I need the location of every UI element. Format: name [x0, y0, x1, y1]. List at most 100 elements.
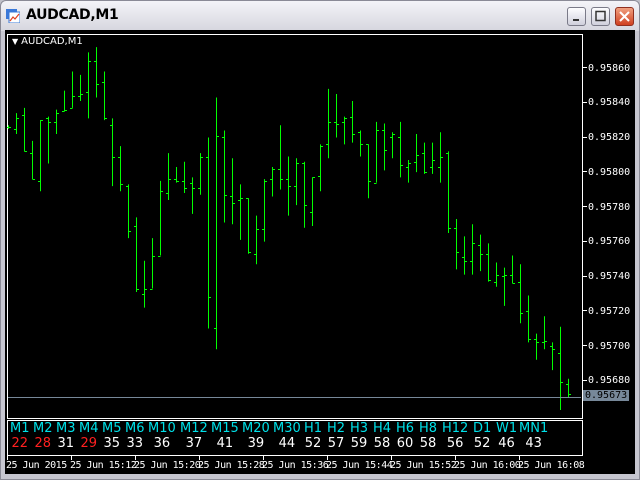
timeframe-label: H8: [419, 421, 438, 436]
ohlc-bar: [7, 125, 11, 129]
close-button[interactable]: [615, 7, 634, 26]
timeframe-value: 52: [304, 436, 322, 451]
ohlc-bar: [486, 243, 491, 282]
ohlc-bar: [78, 74, 83, 101]
ohlc-bar: [22, 107, 27, 152]
ohlc-bar: [302, 161, 307, 228]
ohlc-bar: [566, 378, 571, 398]
current-price-line: [8, 397, 581, 398]
timeframe-column-h8: H8 58: [419, 421, 437, 451]
timeframe-label: M5: [102, 421, 122, 436]
timeframe-label: MN1: [519, 421, 549, 436]
timeframe-column-m6: M6 33: [125, 421, 145, 451]
timeframe-column-m2: M2 28: [33, 421, 53, 451]
timeframe-column-h6: H6 60: [396, 421, 414, 451]
ohlc-bar: [334, 94, 339, 138]
timeframe-label: M30: [273, 421, 301, 436]
ohlc-bar: [318, 144, 323, 192]
timeframe-column-h2: H2 57: [327, 421, 345, 451]
price-tick-label: 0.95740: [583, 271, 630, 282]
timeframe-label: H3: [350, 421, 369, 436]
ohlc-bar: [174, 166, 179, 183]
timeframe-label: H12: [442, 421, 469, 436]
time-tick-label: 25 Jun 16:00: [454, 460, 521, 471]
current-price-label: 0.95673: [583, 390, 630, 401]
ohlc-bar: [94, 47, 99, 98]
maximize-icon: [595, 10, 606, 22]
ohlc-bar: [182, 161, 187, 194]
ohlc-bar: [214, 97, 219, 350]
timeframe-value: 41: [216, 436, 234, 451]
ohlc-bar: [206, 137, 211, 329]
price-tick-label: 0.95840: [583, 97, 630, 108]
price-bars: [7, 47, 571, 411]
timeframe-value: 22: [11, 436, 29, 451]
time-tick-label: 25 Jun 15:28: [198, 460, 265, 471]
time-tick-label: 25 Jun 15:36: [262, 460, 329, 471]
ohlc-bar: [406, 160, 411, 183]
ohlc-bar: [70, 71, 75, 109]
ohlc-bar: [14, 113, 19, 134]
timeframe-label: M12: [180, 421, 208, 436]
chart-window-icon: [6, 9, 20, 23]
ohlc-bar: [462, 236, 467, 275]
ohlc-bar: [310, 177, 315, 226]
ohlc-bar: [510, 255, 515, 284]
ohlc-bar: [430, 142, 435, 174]
timeframe-column-m20: M20 39: [242, 421, 270, 451]
ohlc-bar: [358, 130, 363, 157]
timeframe-column-d1: D1 52: [473, 421, 491, 451]
minimize-button[interactable]: [567, 7, 586, 26]
time-tick-label: 25 Jun 15:12: [70, 460, 137, 471]
timeframe-value: 28: [34, 436, 52, 451]
timeframe-label: M10: [148, 421, 176, 436]
timeframe-column-h1: H1 52: [304, 421, 322, 451]
time-tick-label: 25 Jun 16:08: [518, 460, 585, 471]
ohlc-bar: [158, 180, 163, 257]
ohlc-bar: [446, 151, 451, 233]
ohlc-bar: [134, 217, 139, 292]
timeframe-label: M2: [33, 421, 53, 436]
timeframe-value: 56: [446, 436, 464, 451]
ohlc-bar: [190, 177, 195, 214]
price-tick-label: 0.95860: [583, 63, 630, 74]
ohlc-bar: [294, 158, 299, 206]
ohlc-bar: [238, 184, 243, 240]
timeframe-column-m4: M4 29: [79, 421, 99, 451]
ohlc-bar: [414, 133, 419, 173]
timeframe-label: H6: [396, 421, 415, 436]
timeframe-label: H2: [327, 421, 346, 436]
price-tick-label: 0.95780: [583, 202, 630, 213]
time-tick-label: 25 Jun 15:52: [390, 460, 457, 471]
price-tick-label: 0.95820: [583, 132, 630, 143]
ohlc-bar: [366, 144, 371, 199]
timeframe-value: 46: [498, 436, 515, 451]
ohlc-bar: [118, 146, 123, 192]
timeframe-column-m3: M3 31: [56, 421, 76, 451]
ohlc-bar: [222, 130, 227, 223]
ohlc-bar: [246, 198, 251, 254]
title-bar[interactable]: AUDCAD,M1: [1, 1, 639, 31]
timeframe-label: D1: [473, 421, 492, 436]
window-title: AUDCAD,M1: [26, 7, 119, 23]
timeframe-column-m1: M1 22: [10, 421, 30, 451]
timeframe-value: 31: [57, 436, 75, 451]
maximize-button[interactable]: [591, 7, 610, 26]
ohlc-bar: [142, 260, 147, 308]
timeframe-value: 58: [373, 436, 391, 451]
ohlc-bar: [502, 267, 507, 306]
ohlc-bar: [126, 184, 131, 239]
ohlc-bar: [38, 120, 43, 192]
timeframe-label: M1: [10, 421, 30, 436]
ohlc-bar: [254, 215, 259, 265]
timeframe-label: M3: [56, 421, 76, 436]
ohlc-bar: [470, 224, 475, 275]
timeframe-value: 33: [126, 436, 144, 451]
ohlc-bar: [550, 342, 555, 371]
ohlc-bar: [62, 90, 67, 112]
time-tick-label: 25 Jun 2015: [6, 460, 67, 471]
timeframe-column-m30: M30 44: [273, 421, 301, 451]
price-tick-label: 0.95680: [583, 375, 630, 386]
timeframe-value: 57: [327, 436, 345, 451]
ohlc-bar: [542, 316, 547, 350]
